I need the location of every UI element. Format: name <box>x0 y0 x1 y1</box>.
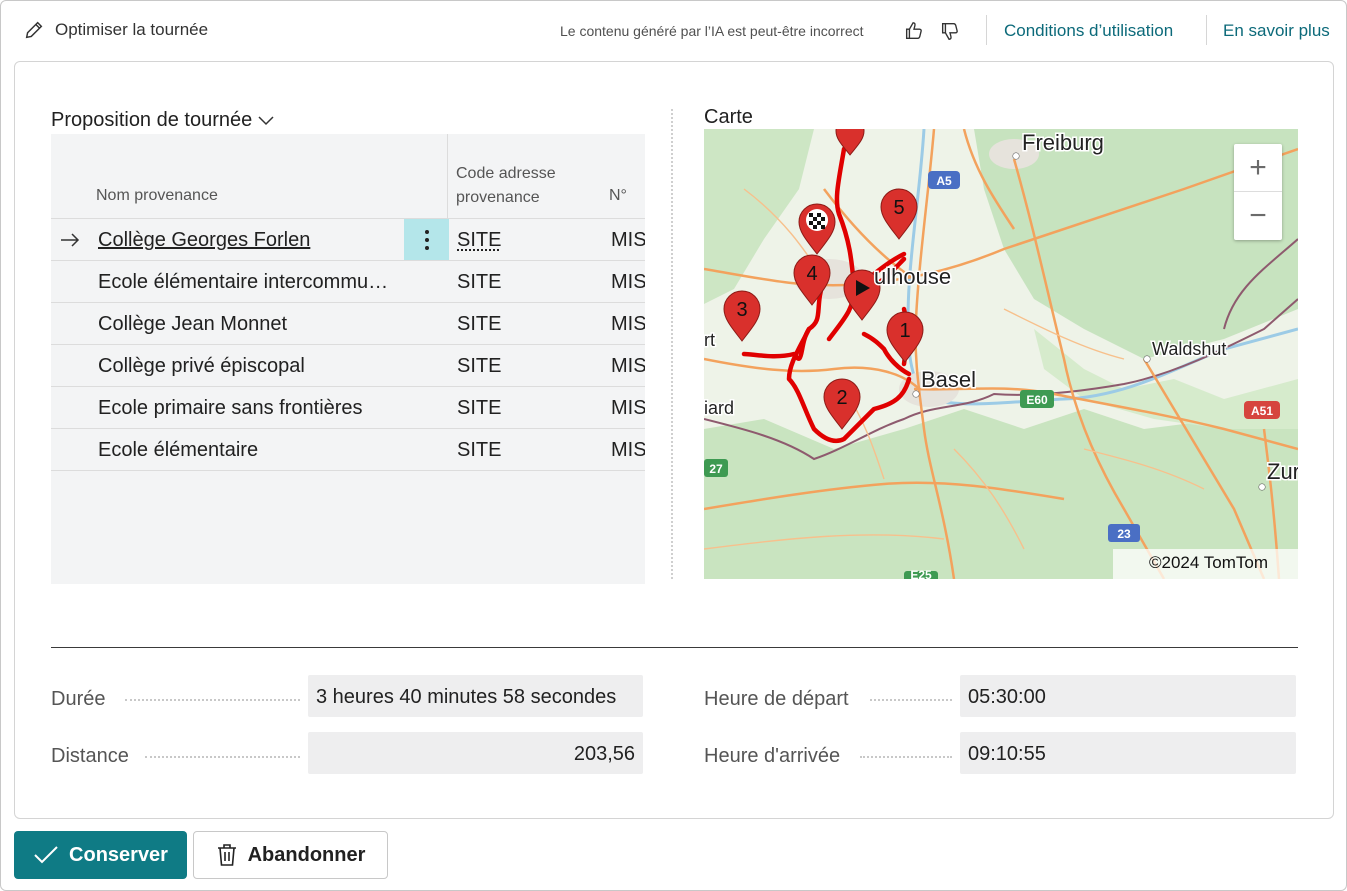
duration-label: Durée <box>51 688 106 710</box>
arrival-value: 09:10:55 <box>960 732 1296 774</box>
discard-button-label: Abandonner <box>247 843 366 866</box>
distance-value: 203,56 <box>308 732 643 774</box>
map-canvas[interactable]: 1 2 3 4 5 Freiburg ulhouse Basel Waldshu… <box>704 129 1298 579</box>
grid-header: Nom provenance Code adresse provenance N… <box>51 134 645 219</box>
row-name-cell: Ecole primaire sans frontières <box>98 397 363 419</box>
learn-more-link[interactable]: En savoir plus <box>1223 21 1330 41</box>
place-label-zurich: Zur <box>1267 459 1298 484</box>
zoom-in-button[interactable]: + <box>1234 144 1282 192</box>
place-label-basel: Basel <box>921 367 976 392</box>
marker-label: 5 <box>893 197 904 219</box>
thumbs-up-icon[interactable] <box>903 20 925 42</box>
dialog-window: Optimiser la tournée Le contenu généré p… <box>0 0 1347 891</box>
column-divider <box>447 134 448 219</box>
checkered-flag-icon <box>806 209 828 231</box>
dialog-title-text: Optimiser la tournée <box>55 20 209 39</box>
road-badge-e25: E25 <box>910 568 932 579</box>
section-divider <box>51 647 1298 648</box>
road-badge-e60: E60 <box>1026 393 1048 407</box>
header-separator <box>1206 15 1207 45</box>
column-header-name[interactable]: Nom provenance <box>96 184 218 208</box>
proposal-title-text: Proposition de tournée <box>51 109 253 131</box>
terms-link[interactable]: Conditions d’utilisation <box>1004 21 1173 41</box>
place-label-left-2: iard <box>704 398 734 418</box>
place-label-left-1: rt <box>704 330 715 350</box>
chevron-down-icon <box>258 115 274 125</box>
distance-label: Distance <box>51 745 129 767</box>
ai-disclaimer: Le contenu généré par l’IA est peut-être… <box>560 23 864 39</box>
row-name-cell: Ecole élémentaire intercommunale <box>98 271 398 293</box>
table-row[interactable]: Collège Georges Forlen SITE MIS <box>51 219 645 261</box>
road-badge-a5: A5 <box>936 174 952 188</box>
column-header-number[interactable]: N° <box>609 184 627 208</box>
row-code-cell: SITE <box>457 355 502 377</box>
table-row[interactable]: Collège privé épiscopal SITE MIS <box>51 345 645 387</box>
keep-button[interactable]: Conserver <box>14 831 187 879</box>
place-label-freiburg: Freiburg <box>1022 130 1104 155</box>
row-code-cell: SITE <box>457 313 502 335</box>
row-code-cell[interactable]: SITE <box>457 229 501 252</box>
departure-value: 05:30:00 <box>960 675 1296 717</box>
panel-divider <box>671 109 673 579</box>
table-row[interactable]: Ecole élémentaire intercommunale SITE MI… <box>51 261 645 303</box>
row-name-cell: Collège privé épiscopal <box>98 355 305 377</box>
row-name-cell: Collège Jean Monnet <box>98 313 288 335</box>
field-leader-dots <box>125 699 300 701</box>
row-number-cell: MIS <box>611 439 645 461</box>
arrow-right-icon <box>61 233 80 247</box>
road-badge-a51: A51 <box>1251 404 1273 418</box>
row-code-cell: SITE <box>457 439 502 461</box>
marker-label: 1 <box>899 320 910 342</box>
row-number-cell: MIS <box>611 397 645 419</box>
row-code-cell: SITE <box>457 397 502 419</box>
discard-button[interactable]: Abandonner <box>193 831 388 879</box>
main-panel: Proposition de tournée Nom provenance Co… <box>14 61 1334 819</box>
checkmark-icon <box>34 846 58 864</box>
road-badge-23: 23 <box>1117 527 1131 541</box>
map-title: Carte <box>704 106 753 128</box>
marker-label: 4 <box>806 263 817 285</box>
pencil-icon <box>25 21 43 39</box>
zoom-out-button[interactable]: − <box>1234 192 1282 240</box>
marker-label: 2 <box>836 387 847 409</box>
row-number-cell: MIS <box>611 313 645 335</box>
row-name-cell[interactable]: Collège Georges Forlen <box>98 229 398 252</box>
field-leader-dots <box>145 756 300 758</box>
route-map[interactable]: 1 2 3 4 5 Freiburg ulhouse Basel Waldshu… <box>704 129 1298 579</box>
proposal-title[interactable]: Proposition de tournée <box>51 109 276 132</box>
row-name-cell: Ecole élémentaire <box>98 439 259 461</box>
row-number-cell: MIS <box>611 271 645 293</box>
arrival-label: Heure d'arrivée <box>704 745 841 767</box>
thumbs-down-icon[interactable] <box>939 20 961 42</box>
route-grid: Nom provenance Code adresse provenance N… <box>51 134 645 584</box>
row-code-cell: SITE <box>457 271 502 293</box>
header-separator <box>986 15 987 45</box>
map-copyright: ©2024 TomTom <box>1113 549 1298 579</box>
duration-value: 3 heures 40 minutes 58 secondes <box>308 675 643 717</box>
dialog-header: Optimiser la tournée Le contenu généré p… <box>1 1 1346 61</box>
marker-label: 3 <box>736 299 747 321</box>
departure-label: Heure de départ <box>704 688 849 710</box>
column-header-code[interactable]: Code adresse provenance <box>456 162 586 210</box>
dialog-title: Optimiser la tournée <box>23 19 208 41</box>
table-row[interactable]: Ecole primaire sans frontières SITE MIS <box>51 387 645 429</box>
field-leader-dots <box>860 756 952 758</box>
road-badge-e27: 27 <box>709 462 723 476</box>
more-vertical-icon <box>424 229 429 250</box>
table-row[interactable]: Collège Jean Monnet SITE MIS <box>51 303 645 345</box>
field-leader-dots <box>870 699 952 701</box>
row-menu-button[interactable] <box>404 219 449 260</box>
row-number-cell: MIS <box>611 229 645 251</box>
table-row[interactable]: Ecole élémentaire SITE MIS <box>51 429 645 471</box>
row-number-cell: MIS <box>611 355 645 377</box>
zoom-controls: + − <box>1234 144 1282 240</box>
place-label-mulhouse: ulhouse <box>874 264 951 289</box>
place-label-waldshut: Waldshut <box>1152 339 1226 359</box>
keep-button-label: Conserver <box>69 843 168 866</box>
trash-icon <box>217 844 236 866</box>
